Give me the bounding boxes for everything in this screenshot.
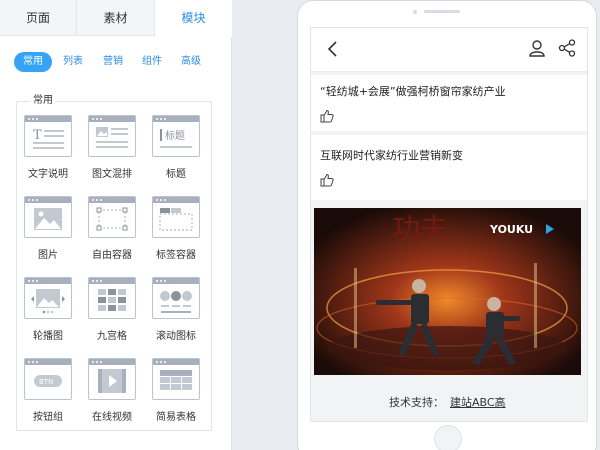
video-player[interactable]: 功夫 YOUKU <box>314 208 581 375</box>
article-item[interactable]: “轻纺城+会展”做强柯桥窗帘家纺产业 <box>311 75 587 131</box>
top-tab-bar: 页面 素材 模块 <box>0 0 232 37</box>
group-title: 常用 <box>30 94 56 108</box>
grid-icon <box>88 277 136 319</box>
carousel-icon <box>24 277 72 319</box>
widget-label: 图文混排 <box>92 169 132 180</box>
video-backdrop-text: 功夫 <box>392 212 448 245</box>
widget-label: 九宫格 <box>97 331 127 342</box>
widget-free-container[interactable]: 自由容器 <box>84 196 138 261</box>
free-container-icon <box>88 196 136 238</box>
chevron-left-icon[interactable] <box>323 39 343 59</box>
support-label: 技术支持： <box>389 396 444 409</box>
widget-label: 滚动图标 <box>156 331 196 342</box>
image-text-icon <box>88 115 136 157</box>
category-marketing[interactable]: 营销 <box>97 52 129 72</box>
heading-icon-text: 标题 <box>165 130 185 142</box>
article-title[interactable]: “轻纺城+会展”做强柯桥窗帘家纺产业 <box>320 83 506 99</box>
video-icon <box>88 358 136 400</box>
widget-text[interactable]: T 文字说明 <box>20 115 74 180</box>
youku-logo: YOUKU <box>489 223 533 236</box>
share-icon[interactable] <box>557 38 577 58</box>
svg-text:T: T <box>33 128 42 143</box>
category-advanced[interactable]: 高级 <box>175 52 207 72</box>
widget-button-group[interactable]: BTN 按钮组 <box>20 358 74 423</box>
phone-speaker <box>424 10 460 13</box>
widget-label: 轮播图 <box>33 331 63 342</box>
widget-image[interactable]: 图片 <box>20 196 74 261</box>
widget-label: 文字说明 <box>28 169 68 180</box>
tab-material[interactable]: 素材 <box>76 0 154 36</box>
footer-support: 技术支持： 建站ABC高 <box>311 380 587 421</box>
category-components[interactable]: 组件 <box>136 52 168 72</box>
tab-container-icon <box>152 196 200 238</box>
user-icon[interactable] <box>527 38 547 58</box>
article-item[interactable]: 互联网时代家纺行业营销新变 <box>311 135 587 200</box>
widget-image-text[interactable]: 图文混排 <box>84 115 138 180</box>
phone-home-button <box>434 425 462 450</box>
widget-video[interactable]: 在线视频 <box>84 358 138 423</box>
thumbs-up-icon[interactable] <box>320 109 334 123</box>
module-panel: 页面 素材 模块 常用 列表 营销 组件 高级 常用 T 文字说明 图文混排 标… <box>0 0 232 450</box>
thumbs-up-icon[interactable] <box>320 173 334 187</box>
heading-icon: 标题 <box>152 115 200 157</box>
category-common[interactable]: 常用 <box>14 52 52 72</box>
module-category-tabs: 常用 列表 营销 组件 高级 <box>14 52 220 72</box>
widget-label: 在线视频 <box>92 412 132 423</box>
support-link[interactable]: 建站ABC高 <box>450 394 506 410</box>
tab-module[interactable]: 模块 <box>154 0 232 37</box>
widget-label: 图片 <box>38 250 58 261</box>
image-icon <box>24 196 72 238</box>
mobile-nav-bar <box>311 28 587 72</box>
widget-label: 简易表格 <box>156 412 196 423</box>
video-frame-image: 功夫 YOUKU <box>314 208 581 375</box>
widget-scroll-icons[interactable]: 滚动图标 <box>148 277 202 342</box>
widget-tab-container[interactable]: 标签容器 <box>148 196 202 261</box>
phone-camera <box>413 10 417 14</box>
article-title[interactable]: 互联网时代家纺行业营销新变 <box>320 147 463 163</box>
text-block-icon: T <box>24 115 72 157</box>
tab-page[interactable]: 页面 <box>0 0 76 36</box>
widget-label: 标签容器 <box>156 250 196 261</box>
table-icon <box>152 358 200 400</box>
widget-label: 自由容器 <box>92 250 132 261</box>
widget-heading[interactable]: 标题 标题 <box>148 115 202 180</box>
widget-carousel[interactable]: 轮播图 <box>20 277 74 342</box>
btn-icon-text: BTN <box>39 378 53 386</box>
button-group-icon: BTN <box>24 358 72 400</box>
widget-label: 标题 <box>166 169 186 180</box>
widget-grid[interactable]: 九宫格 <box>84 277 138 342</box>
scroll-icons-icon <box>152 277 200 319</box>
widget-label: 按钮组 <box>33 412 63 423</box>
phone-screen: “轻纺城+会展”做强柯桥窗帘家纺产业 互联网时代家纺行业营销新变 功夫 YOUK… <box>310 27 588 422</box>
widget-table[interactable]: 简易表格 <box>148 358 202 423</box>
category-list[interactable]: 列表 <box>57 52 89 72</box>
